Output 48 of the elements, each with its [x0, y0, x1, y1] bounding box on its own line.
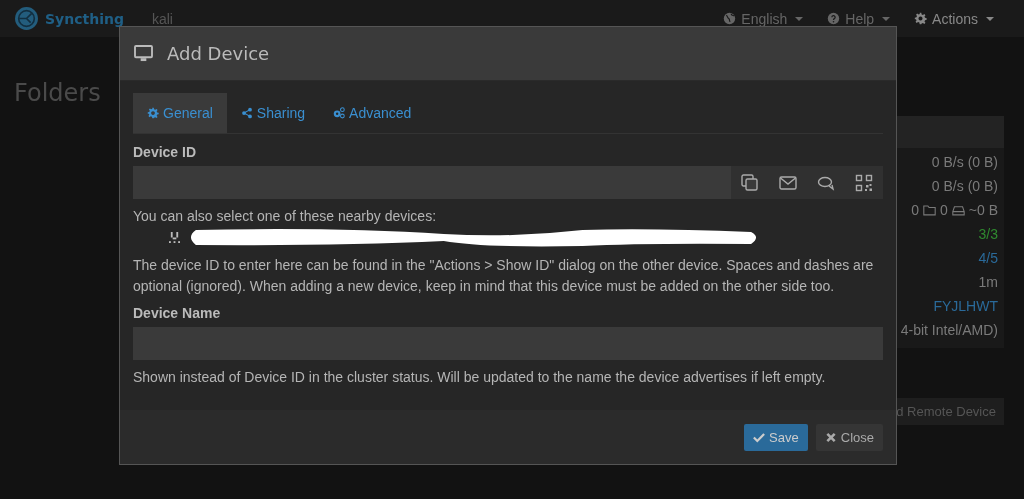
globe-icon	[723, 12, 737, 25]
status-value: 1m	[978, 274, 998, 290]
copy-icon	[741, 173, 759, 192]
status-value: 0 B/s (0 B)	[931, 154, 998, 170]
save-button[interactable]: Save	[744, 424, 808, 451]
close-icon	[824, 432, 837, 443]
folder-count: 0	[940, 202, 948, 218]
monitor-icon	[134, 45, 153, 62]
size-value: ~0 B	[968, 202, 998, 218]
envelope-icon	[779, 173, 797, 192]
tab[interactable]: General	[133, 93, 227, 133]
field-label: Device ID	[133, 144, 198, 160]
logo-icon	[14, 6, 39, 31]
qr-code-icon	[855, 173, 873, 192]
field-label: Device Name	[133, 305, 222, 321]
status-value: 4/5	[978, 250, 998, 266]
gears-icon	[333, 107, 346, 119]
help-text: The device ID to enter here can be found in the "Actions > Show ID" dialog on the other device. Spaces and dashes are optional (ignored). When adding a new device, keep in mind that this device must be added on the other side too.	[133, 256, 875, 296]
menu-button[interactable]: Actions	[914, 10, 994, 27]
settings-icon	[914, 12, 928, 25]
help-text: Shown instead of Device ID in the cluster status. Will be updated to the name the device advertises if left empty.	[133, 368, 827, 387]
caret-icon	[795, 16, 804, 21]
close-button[interactable]: Close	[815, 424, 883, 451]
device-icon[interactable]	[169, 230, 180, 244]
help-icon	[827, 12, 841, 25]
settings-icon	[147, 107, 159, 119]
status-value: 3/3	[978, 226, 998, 242]
checkmark-icon	[753, 432, 766, 443]
section-heading: Folders	[14, 79, 101, 109]
dialog-title: Add Device	[167, 43, 270, 64]
caret-icon	[882, 16, 891, 21]
app-name[interactable]: Syncthing	[45, 10, 124, 27]
tab[interactable]: Advanced	[319, 93, 426, 133]
status-value: 4-bit Intel/AMD)	[900, 322, 998, 338]
status-value: 0 B/s (0 B)	[931, 178, 998, 194]
menu-button[interactable]: Help	[827, 10, 891, 27]
device-name: kali	[151, 10, 173, 27]
folder-icon	[923, 204, 936, 216]
help-text: You can also select one of these nearby devices:	[133, 207, 438, 226]
tab[interactable]: Sharing	[226, 93, 320, 133]
menu-button[interactable]: English	[723, 10, 804, 27]
addon-button[interactable]	[731, 166, 769, 199]
file-count: 0	[911, 202, 919, 218]
addon-button[interactable]	[845, 166, 883, 199]
caret-icon	[986, 16, 994, 21]
share-icon	[240, 107, 253, 119]
drive-icon	[951, 204, 965, 216]
status-value: FYJLHWT	[933, 298, 998, 314]
